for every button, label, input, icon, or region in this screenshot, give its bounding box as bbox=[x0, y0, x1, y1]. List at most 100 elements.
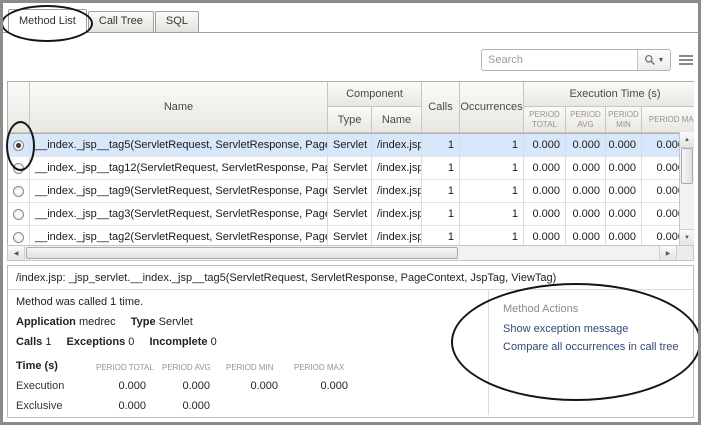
calls-label: Calls bbox=[16, 336, 42, 348]
calls-cell: 1 bbox=[422, 180, 460, 202]
table-row[interactable]: __index._jsp__tag3(ServletRequest, Servl… bbox=[8, 203, 694, 226]
arrow-right-icon: ▶ bbox=[666, 250, 671, 257]
scroll-right-button[interactable]: ▶ bbox=[659, 246, 676, 260]
row-radio-button[interactable] bbox=[13, 232, 24, 243]
vertical-scroll-thumb[interactable] bbox=[681, 148, 693, 184]
period-min-cell: 0.000 bbox=[606, 134, 642, 156]
exceptions-label: Exceptions bbox=[67, 336, 126, 348]
header-name[interactable]: Name bbox=[30, 82, 328, 133]
period-total-cell: 0.000 bbox=[524, 180, 566, 202]
incomplete-value: 0 bbox=[211, 336, 217, 348]
application-value: medrec bbox=[79, 316, 116, 328]
list-menu-icon bbox=[679, 54, 693, 66]
calls-value: 1 bbox=[45, 336, 51, 348]
horizontal-scroll-thumb[interactable] bbox=[26, 247, 458, 259]
component-type-cell: Servlet bbox=[328, 226, 372, 245]
period-total-cell: 0.000 bbox=[524, 157, 566, 179]
period-total-cell: 0.000 bbox=[524, 134, 566, 156]
component-name-cell: /index.jsp bbox=[372, 157, 422, 179]
header-period-min[interactable]: PERIOD MIN bbox=[606, 107, 642, 133]
method-detail-body: Method was called 1 time. Application me… bbox=[8, 290, 693, 415]
component-type-cell: Servlet bbox=[328, 157, 372, 179]
period-avg-cell: 0.000 bbox=[566, 180, 606, 202]
component-name-cell: /index.jsp bbox=[372, 203, 422, 225]
table-row[interactable]: __index._jsp__tag5(ServletRequest, Servl… bbox=[8, 134, 694, 157]
time-value: 0.000 bbox=[96, 380, 162, 392]
header-component-group: Component bbox=[328, 82, 422, 107]
exceptions-value: 0 bbox=[128, 336, 134, 348]
component-type-cell: Servlet bbox=[328, 180, 372, 202]
view-menu-button[interactable] bbox=[679, 54, 693, 66]
header-component-type[interactable]: Type bbox=[328, 107, 372, 133]
time-value: 0.000 bbox=[162, 380, 226, 392]
time-header-period-min: PERIOD MIN bbox=[226, 363, 294, 372]
time-row-label: Exclusive bbox=[16, 400, 96, 412]
scroll-down-button[interactable]: ▼ bbox=[680, 229, 694, 245]
profiler-window: Method List Call Tree SQL ▼ Name Compone… bbox=[0, 0, 701, 425]
method-actions-panel: Method Actions Show exception message Co… bbox=[488, 290, 693, 415]
table-row[interactable]: __index._jsp__tag2(ServletRequest, Servl… bbox=[8, 226, 694, 245]
compare-occurrences-link[interactable]: Compare all occurrences in call tree bbox=[503, 341, 685, 353]
search-button[interactable]: ▼ bbox=[637, 50, 670, 70]
component-name-cell: /index.jsp bbox=[372, 134, 422, 156]
period-min-cell: 0.000 bbox=[606, 226, 642, 245]
time-row-label: Execution bbox=[16, 380, 96, 392]
table-body: __index._jsp__tag5(ServletRequest, Servl… bbox=[7, 134, 694, 245]
row-radio-button[interactable] bbox=[13, 163, 24, 174]
row-radio-button[interactable] bbox=[13, 209, 24, 220]
method-name-cell: __index._jsp__tag5(ServletRequest, Servl… bbox=[30, 134, 328, 156]
header-selector-column bbox=[8, 82, 30, 133]
occurrences-cell: 1 bbox=[460, 203, 524, 225]
component-type-cell: Servlet bbox=[328, 203, 372, 225]
search-box: ▼ bbox=[481, 49, 671, 71]
application-type-line: Application medrec Type Servlet bbox=[16, 316, 480, 328]
table-row[interactable]: __index._jsp__tag9(ServletRequest, Servl… bbox=[8, 180, 694, 203]
component-type-cell: Servlet bbox=[328, 134, 372, 156]
show-exception-message-link[interactable]: Show exception message bbox=[503, 323, 685, 335]
scroll-left-button[interactable]: ◀ bbox=[8, 246, 25, 260]
type-value: Servlet bbox=[159, 316, 193, 328]
table-row[interactable]: __index._jsp__tag12(ServletRequest, Serv… bbox=[8, 157, 694, 180]
tab-sql[interactable]: SQL bbox=[155, 11, 199, 32]
period-avg-cell: 0.000 bbox=[566, 134, 606, 156]
header-component-name[interactable]: Name bbox=[372, 107, 422, 133]
search-input[interactable] bbox=[482, 50, 637, 70]
method-detail-info: Method was called 1 time. Application me… bbox=[8, 290, 488, 415]
header-calls[interactable]: Calls bbox=[422, 82, 460, 133]
vertical-scrollbar[interactable]: ▲ ▼ bbox=[679, 132, 694, 245]
scroll-up-button[interactable]: ▲ bbox=[680, 132, 694, 148]
time-value: 0.000 bbox=[294, 380, 364, 392]
scrollbar-corner bbox=[676, 246, 693, 260]
time-value: 0.000 bbox=[162, 400, 226, 412]
arrow-up-icon: ▲ bbox=[684, 137, 690, 143]
tab-call-tree[interactable]: Call Tree bbox=[88, 11, 154, 32]
header-period-total[interactable]: PERIOD TOTAL bbox=[524, 107, 566, 133]
header-period-avg[interactable]: PERIOD AVG bbox=[566, 107, 606, 133]
time-header-period-max: PERIOD MAX bbox=[294, 363, 364, 372]
header-period-max[interactable]: PERIOD MAX bbox=[642, 107, 694, 133]
header-occurrences[interactable]: Occurrences bbox=[460, 82, 524, 133]
row-selector-cell bbox=[8, 134, 30, 156]
period-min-cell: 0.000 bbox=[606, 157, 642, 179]
row-radio-button[interactable] bbox=[13, 140, 24, 151]
chevron-down-icon: ▼ bbox=[658, 57, 665, 64]
occurrences-cell: 1 bbox=[460, 226, 524, 245]
time-header-period-avg: PERIOD AVG bbox=[162, 363, 226, 372]
calls-cell: 1 bbox=[422, 157, 460, 179]
row-radio-button[interactable] bbox=[13, 186, 24, 197]
method-actions-title: Method Actions bbox=[503, 303, 685, 315]
header-execution-time-group: Execution Time (s) bbox=[524, 82, 694, 107]
row-selector-cell bbox=[8, 180, 30, 202]
incomplete-label: Incomplete bbox=[149, 336, 207, 348]
period-avg-cell: 0.000 bbox=[566, 157, 606, 179]
method-name-cell: __index._jsp__tag3(ServletRequest, Servl… bbox=[30, 203, 328, 225]
horizontal-scrollbar[interactable]: ◀ ▶ bbox=[7, 245, 694, 261]
period-min-cell: 0.000 bbox=[606, 180, 642, 202]
method-summary: Method was called 1 time. bbox=[16, 296, 480, 308]
time-value: 0.000 bbox=[96, 400, 162, 412]
tab-bar: Method List Call Tree SQL bbox=[8, 9, 200, 33]
tab-method-list[interactable]: Method List bbox=[8, 9, 87, 33]
time-label: Time (s) bbox=[16, 360, 96, 372]
method-name-cell: __index._jsp__tag2(ServletRequest, Servl… bbox=[30, 226, 328, 245]
occurrences-cell: 1 bbox=[460, 180, 524, 202]
